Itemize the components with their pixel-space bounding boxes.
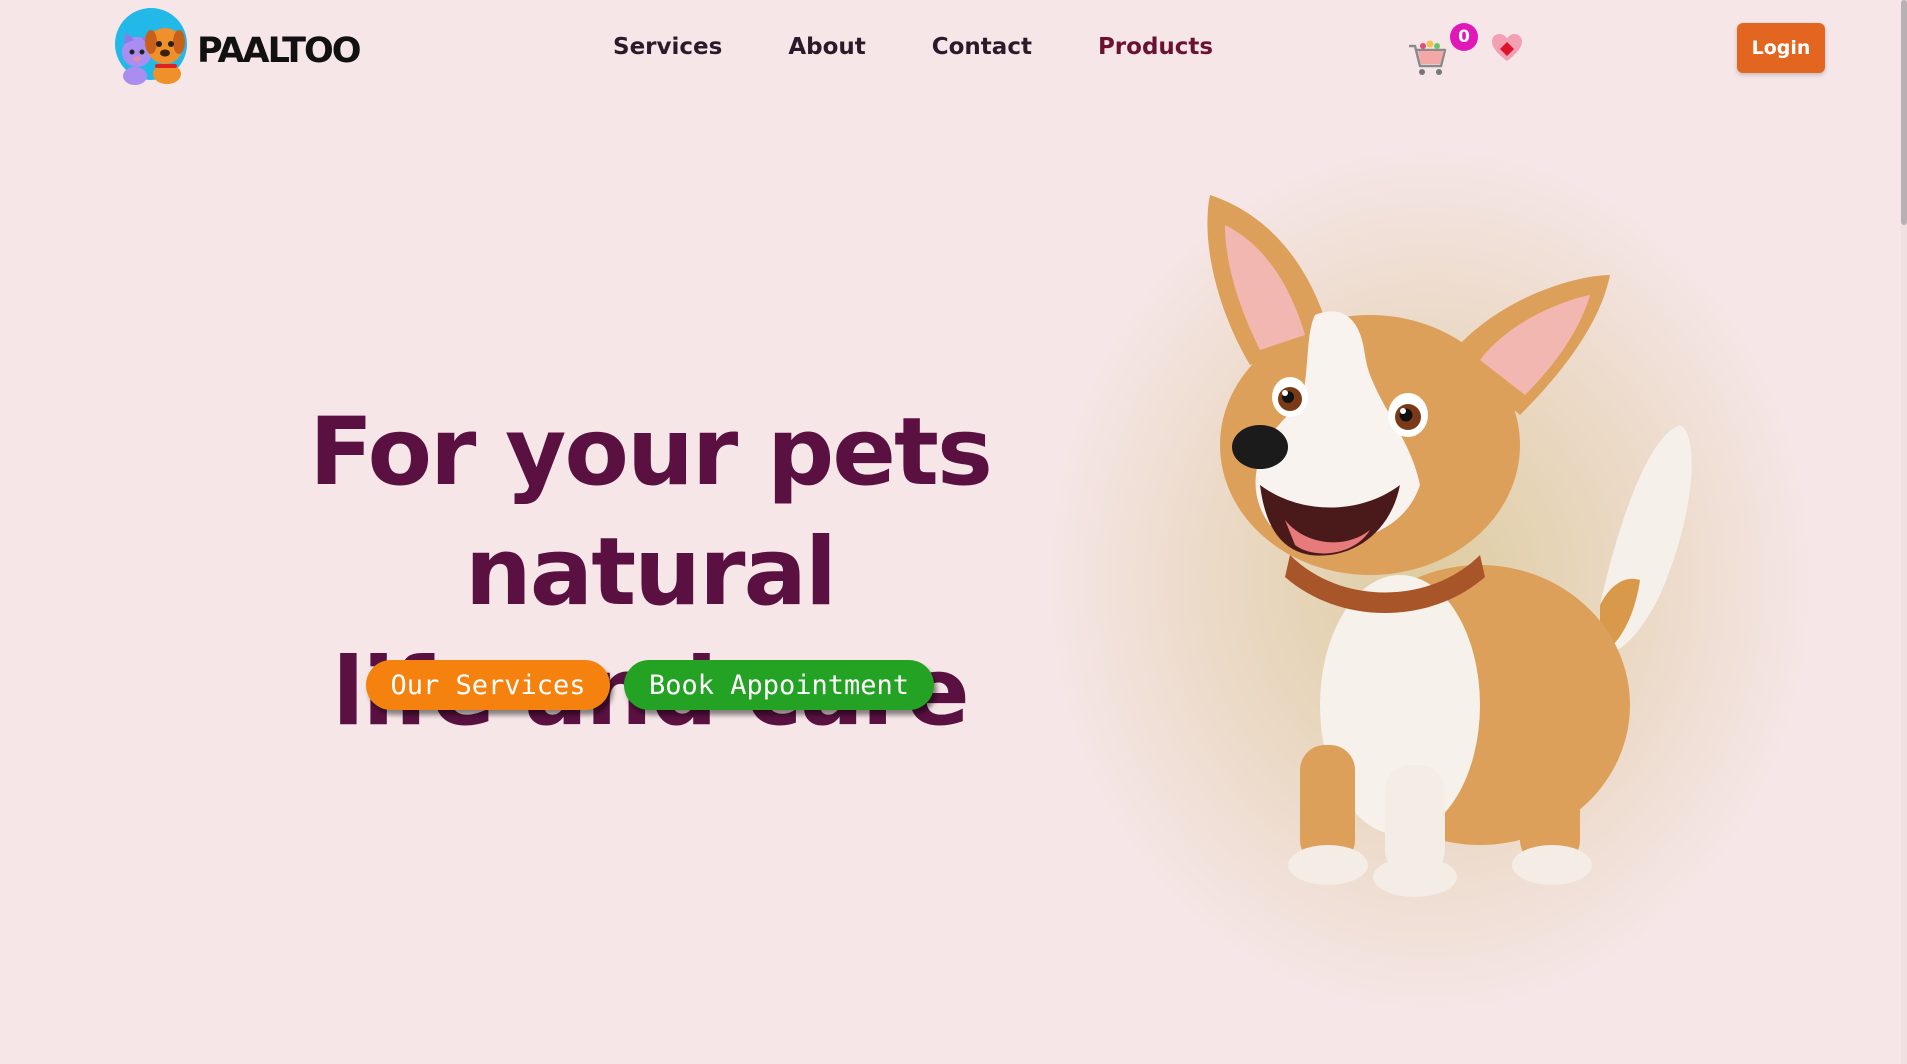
- nav-link-about[interactable]: About: [788, 34, 865, 60]
- our-services-button[interactable]: Our Services: [366, 660, 610, 710]
- nav-links: Services About Contact Products: [613, 34, 1279, 60]
- brand-logo[interactable]: PAALTOO: [115, 8, 362, 86]
- hero-buttons: Our Services Book Appointment: [366, 660, 934, 710]
- shopping-cart-icon[interactable]: [1407, 36, 1449, 78]
- navbar: PAALTOO Services About Contact Products …: [0, 0, 1907, 96]
- nav-link-contact[interactable]: Contact: [932, 34, 1032, 60]
- hero-title-line-1: For your pets natural: [309, 398, 993, 627]
- cartoon-dog-illustration: [1207, 195, 1692, 897]
- heart-icon[interactable]: [1491, 33, 1523, 63]
- book-appointment-button[interactable]: Book Appointment: [624, 660, 934, 710]
- nav-link-products[interactable]: Products: [1098, 34, 1213, 60]
- scrollbar-thumb[interactable]: [1901, 0, 1907, 225]
- nav-link-services[interactable]: Services: [613, 34, 722, 60]
- cat-and-dog-logo-icon: [115, 8, 187, 85]
- scrollbar-track[interactable]: [1901, 0, 1907, 1064]
- login-button[interactable]: Login: [1737, 23, 1825, 73]
- cart-count-badge: 0: [1450, 23, 1478, 51]
- brand-name: PAALTOO: [197, 31, 362, 71]
